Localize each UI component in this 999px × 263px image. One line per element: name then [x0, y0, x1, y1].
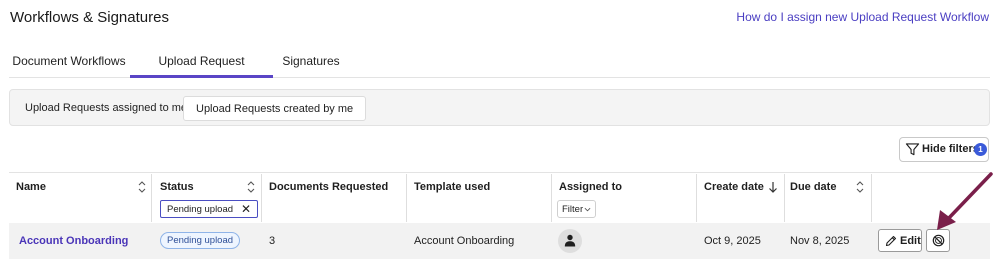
- column-separator: [551, 174, 552, 222]
- assigned-filter-label: Filter: [562, 204, 584, 215]
- avatar: [558, 229, 582, 253]
- upload-requests-table: Name Status Documents Requested Template…: [9, 172, 990, 259]
- sort-icon[interactable]: [137, 180, 147, 194]
- edit-button[interactable]: Edit: [878, 229, 922, 252]
- documents-requested-count: 3: [269, 235, 276, 247]
- template-name: Account Onboarding: [414, 235, 515, 247]
- status-filter-value: Pending upload: [167, 204, 234, 215]
- column-header-status[interactable]: Status: [160, 181, 194, 193]
- subtab-bar: Upload Requests assigned to me Upload Re…: [9, 89, 990, 126]
- column-separator: [261, 174, 262, 222]
- column-header-documents-requested: Documents Requested: [269, 181, 389, 193]
- tab-bar: Document Workflows Upload Request Workfl…: [9, 42, 990, 106]
- tab-document-workflows[interactable]: Document Workflows: [9, 42, 129, 78]
- column-separator: [151, 174, 152, 222]
- sort-icon[interactable]: [246, 180, 256, 194]
- hide-filters-label: Hide filters: [922, 143, 979, 155]
- column-separator: [871, 174, 872, 222]
- help-link[interactable]: How do I assign new Upload Request Workf…: [736, 10, 989, 24]
- column-separator: [406, 174, 407, 222]
- column-header-due-date[interactable]: Due date: [790, 181, 836, 193]
- subtab-assigned-to-me[interactable]: Upload Requests assigned to me: [13, 96, 199, 121]
- edit-label: Edit: [900, 235, 921, 247]
- sort-icon[interactable]: [855, 180, 865, 194]
- page-title: Workflows & Signatures: [10, 9, 169, 26]
- status-filter-input[interactable]: Pending upload ✕: [160, 200, 258, 218]
- user-icon: [564, 234, 576, 247]
- column-header-assigned-to: Assigned to: [559, 181, 622, 193]
- column-separator: [784, 174, 785, 222]
- column-header-create-date[interactable]: Create date: [704, 181, 764, 193]
- funnel-icon: [905, 143, 920, 156]
- pencil-icon: [885, 235, 897, 247]
- status-badge: Pending upload: [160, 232, 241, 249]
- table-row: Account Onboarding Pending upload 3 Acco…: [9, 223, 990, 259]
- cancel-request-button[interactable]: [926, 229, 950, 252]
- column-separator: [696, 174, 697, 222]
- hide-filters-button[interactable]: Hide filters 1: [899, 137, 989, 162]
- column-header-template-used: Template used: [414, 181, 491, 193]
- column-header-name[interactable]: Name: [16, 181, 46, 193]
- tab-signatures[interactable]: Signatures: [273, 42, 349, 78]
- chevron-down-icon: [584, 207, 591, 212]
- filter-count-badge: 1: [974, 143, 987, 156]
- create-date: Oct 9, 2025: [704, 235, 761, 247]
- assigned-to-filter-dropdown[interactable]: Filter: [557, 200, 596, 218]
- clear-filter-icon[interactable]: ✕: [241, 202, 251, 216]
- request-name-link[interactable]: Account Onboarding: [19, 235, 128, 247]
- tab-upload-request-workflows[interactable]: Upload Request Workflows: [130, 42, 273, 106]
- due-date: Nov 8, 2025: [790, 235, 850, 247]
- sort-descending-icon[interactable]: [768, 181, 778, 193]
- prohibited-icon: [932, 234, 945, 247]
- subtab-created-by-me[interactable]: Upload Requests created by me: [183, 96, 367, 121]
